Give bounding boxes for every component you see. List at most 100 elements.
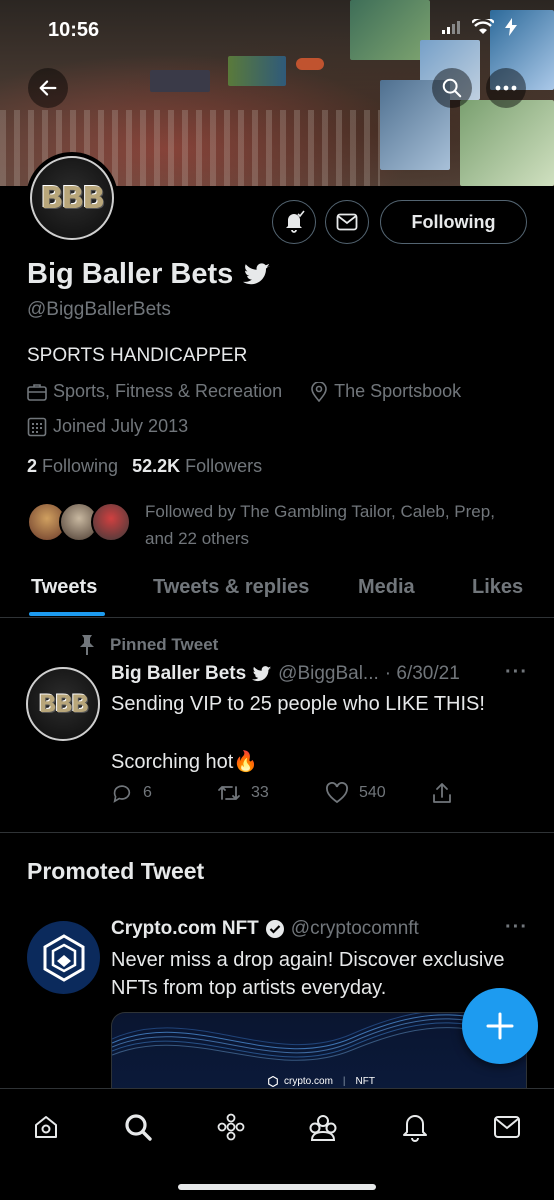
following-count: 2	[27, 456, 38, 476]
profile-name: Big Baller Bets	[27, 258, 234, 290]
tweet-date: · 6/30/21	[384, 663, 460, 684]
home-indicator[interactable]	[178, 1184, 376, 1190]
followers-count-link[interactable]: 52.2K Followers	[132, 456, 262, 477]
tweet-avatar-logo-text: BBB	[38, 690, 90, 718]
retweet-count: 33	[251, 784, 269, 801]
more-options-button[interactable]	[486, 68, 526, 108]
profile-avatar[interactable]: BBB	[26, 152, 118, 244]
media-card-tag: NFT	[355, 1076, 375, 1087]
profile-name-row: Big Baller Bets	[27, 258, 271, 291]
tweet-author-name[interactable]: Big Baller Bets	[111, 663, 246, 685]
pinned-tweet-label-row: Pinned Tweet	[78, 634, 218, 656]
profile-location: The Sportsbook	[334, 381, 462, 401]
reply-button[interactable]: 6	[111, 782, 152, 804]
profile-tabs: Tweets Tweets & replies Media Likes	[0, 568, 554, 618]
follow-stats: 2 Following 52.2K Followers	[27, 456, 262, 477]
battery-charging-icon	[505, 18, 517, 36]
promoted-author-avatar[interactable]	[27, 921, 100, 994]
following-label: Following	[42, 456, 119, 476]
like-count: 540	[359, 784, 386, 801]
twitter-bird-icon	[243, 262, 271, 284]
mail-icon	[336, 213, 358, 231]
promoted-header: Crypto.com NFT @cryptocomnft	[111, 918, 419, 940]
pin-icon	[80, 635, 94, 655]
crypto-com-logo-icon	[268, 1076, 278, 1087]
promoted-author-name[interactable]: Crypto.com NFT	[111, 918, 259, 940]
status-time: 10:56	[48, 19, 100, 41]
tweet-more-icon[interactable]: ···	[505, 661, 528, 684]
media-card-brand: crypto.com | NFT	[268, 1076, 375, 1087]
active-tab-indicator	[29, 612, 105, 616]
bell-check-icon	[286, 210, 305, 233]
like-button[interactable]: 540	[325, 782, 386, 804]
avatar-logo: BBB	[30, 156, 114, 240]
followed-by-row[interactable]: Followed by The Gambling Tailor, Caleb, …	[27, 498, 495, 548]
tab-tweets-replies[interactable]: Tweets & replies	[153, 576, 309, 599]
notifications-icon	[403, 1115, 427, 1142]
nav-home[interactable]	[26, 1107, 66, 1147]
promoted-more-icon[interactable]: ···	[505, 916, 528, 939]
tweet-author-handle: @BiggBal...	[278, 663, 379, 684]
bottom-navigation	[0, 1088, 554, 1200]
share-icon	[433, 783, 451, 803]
nav-spaces[interactable]	[211, 1107, 251, 1147]
signal-icon	[442, 21, 460, 34]
profile-joined: Joined July 2013	[53, 416, 189, 436]
reply-icon	[113, 785, 131, 803]
nav-notifications[interactable]	[395, 1107, 435, 1147]
followed-by-avatars	[27, 498, 135, 542]
back-button[interactable]	[28, 68, 68, 108]
profile-joined-row: Joined July 2013	[27, 416, 188, 437]
notifications-subscribe-button[interactable]	[272, 200, 316, 244]
retweet-icon	[218, 786, 240, 800]
communities-icon	[309, 1115, 337, 1141]
retweet-button[interactable]: 33	[217, 782, 269, 804]
avatar-logo-text: BBB	[40, 180, 106, 216]
message-button[interactable]	[325, 200, 369, 244]
followed-by-text: Followed by The Gambling Tailor, Caleb, …	[145, 502, 495, 548]
compose-tweet-button[interactable]	[462, 988, 538, 1064]
home-icon	[35, 1116, 57, 1138]
profile-category: Sports, Fitness & Recreation	[53, 381, 283, 401]
verified-badge-icon	[265, 920, 284, 938]
avatar	[91, 502, 131, 542]
pinned-tweet-label: Pinned Tweet	[110, 635, 219, 654]
nav-communities[interactable]	[303, 1107, 343, 1147]
messages-icon	[494, 1116, 520, 1138]
nav-search[interactable]	[118, 1107, 158, 1147]
share-button[interactable]	[431, 782, 453, 804]
following-button[interactable]: Following	[380, 200, 527, 244]
location-pin-icon	[311, 381, 327, 402]
briefcase-icon	[27, 383, 47, 401]
media-card-brand-name: crypto.com	[284, 1076, 333, 1087]
wifi-icon	[472, 19, 494, 34]
status-icons	[442, 18, 518, 36]
followers-count: 52.2K	[132, 456, 181, 476]
profile-bio: SPORTS HANDICAPPER	[27, 345, 248, 366]
heart-icon	[326, 782, 348, 804]
tweet-text-line: Scorching hot🔥	[111, 751, 259, 773]
promoted-text: Never miss a drop again! Discover exclus…	[111, 949, 505, 999]
tab-tweets[interactable]: Tweets	[31, 576, 97, 599]
reply-count: 6	[143, 784, 152, 801]
search-icon	[442, 78, 462, 98]
followers-label: Followers	[185, 456, 263, 476]
tab-likes[interactable]: Likes	[472, 576, 523, 599]
tweet-actions: 6 33 540	[111, 782, 461, 810]
promoted-section-title: Promoted Tweet	[27, 858, 205, 884]
calendar-icon	[27, 417, 47, 436]
tweet-text-line: Sending VIP to 25 people who LIKE THIS!	[111, 693, 485, 715]
twitter-bird-icon	[252, 665, 272, 681]
crypto-com-logo-icon	[43, 933, 84, 982]
promoted-author-handle: @cryptocomnft	[290, 918, 419, 939]
nav-messages[interactable]	[487, 1107, 527, 1147]
arrow-left-icon	[39, 80, 57, 96]
search-button[interactable]	[432, 68, 472, 108]
following-count-link[interactable]: 2 Following	[27, 456, 118, 477]
tab-media[interactable]: Media	[358, 576, 415, 599]
section-divider	[0, 832, 554, 833]
tweet-author-avatar[interactable]: BBB	[26, 667, 100, 741]
spaces-icon	[217, 1113, 245, 1141]
tweet-header: Big Baller Bets @BiggBal... · 6/30/21	[111, 663, 460, 685]
plus-icon	[486, 1012, 514, 1040]
